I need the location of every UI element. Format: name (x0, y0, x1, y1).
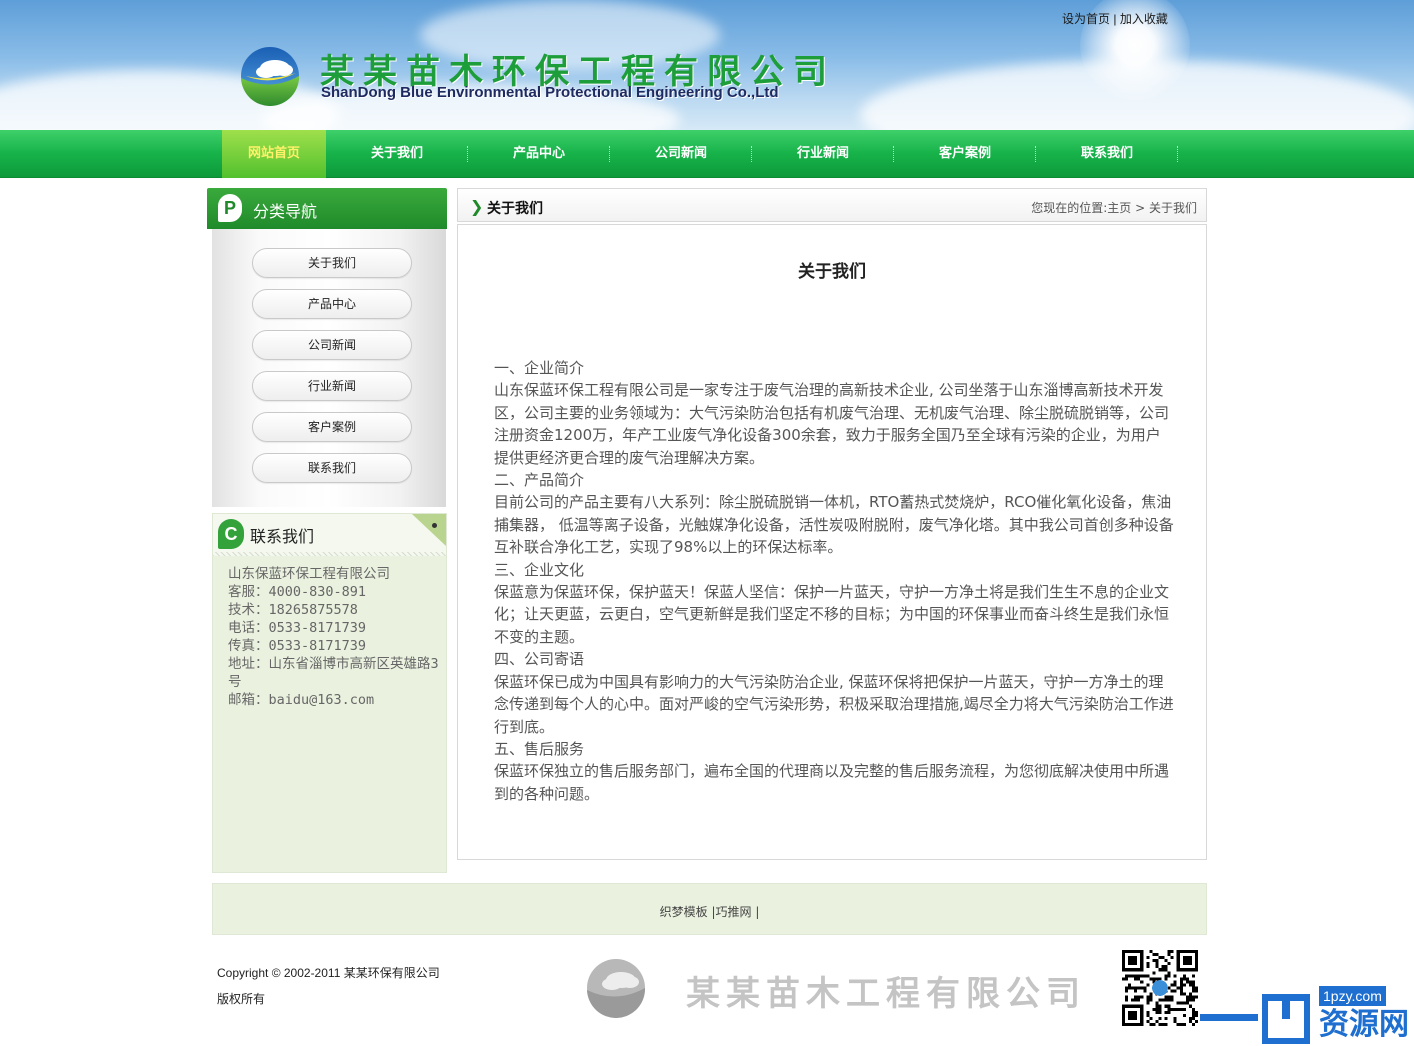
corner-fold-decoration (412, 514, 446, 546)
article-paragraph-products: 目前公司的产品主要有八大系列：除尘脱硫脱销一体机，RTO蓄热式焚烧炉，RCO催化… (494, 493, 1174, 557)
set-homepage-link[interactable]: 设为首页 (1062, 12, 1110, 26)
main-nav: 网站首页 关于我们 产品中心 公司新闻 行业新闻 客户案例 联系我们 (0, 130, 1414, 178)
article-paragraph-service: 保蓝环保独立的售后服务部门，遍布全国的代理商以及完整的售后服务流程，为您彻底解决… (494, 762, 1170, 803)
nav-item-company-news[interactable]: 公司新闻 (610, 130, 752, 178)
top-links-separator: | (1113, 12, 1117, 26)
watermark-glyph-icon (1262, 994, 1310, 1044)
nav-item-home[interactable]: 网站首页 (222, 130, 326, 178)
top-links: 设为首页 | 加入收藏 (1062, 10, 1168, 27)
category-company-news-button[interactable]: 公司新闻 (252, 330, 412, 360)
watermark-url: 1pzy.com (1319, 986, 1386, 1006)
contact-fax: 传真：0533-8171739 (228, 638, 367, 654)
article-heading-message: 四、公司寄语 (494, 650, 585, 669)
article-title: 关于我们 (798, 262, 866, 282)
article-paragraph-intro: 山东保蓝环保工程有限公司是一家专注于废气治理的高新技术企业, 公司坐落于山东淄博… (494, 381, 1170, 467)
copyright: Copyright © 2002-2011 某某环保有限公司 版权所有 (217, 960, 440, 1012)
contact-panel-header: C 联系我们 (213, 514, 446, 556)
footer-links-bar: 织梦模板 |巧推网 | (212, 883, 1207, 935)
breadcrumb-prefix: 您现在的位置: (1031, 201, 1108, 215)
content-header: ❯ 关于我们 您现在的位置:主页 > 关于我们 (457, 188, 1207, 222)
breadcrumb-separator: > (1131, 201, 1149, 215)
contact-address: 地址：山东省淄博市高新区英雄路3号 (228, 656, 439, 690)
category-badge-icon: P (218, 194, 242, 222)
footer-link-qiaotui[interactable]: 巧推网 (716, 905, 752, 919)
watermark-line-decoration (1200, 1014, 1258, 1021)
contact-email: 邮箱：baidu@163.com (228, 692, 375, 708)
add-favorite-link[interactable]: 加入收藏 (1120, 12, 1168, 26)
footer-link-dedecms[interactable]: 织梦模板 (660, 905, 708, 919)
nav-item-cases[interactable]: 客户案例 (894, 130, 1036, 178)
copyright-line: Copyright © 2002-2011 某某环保有限公司 (217, 966, 440, 980)
company-name-en: ShanDong Blue Environmental Protectional… (321, 84, 779, 101)
article-paragraph-message: 保蓝环保已成为中国具有影响力的大气污染防治企业, 保蓝环保将把保护一片蓝天，守护… (494, 672, 1174, 736)
company-logo-icon[interactable] (240, 46, 300, 106)
watermark-text: 资源网 (1319, 1007, 1409, 1042)
footer-company-name: 某某苗木工程有限公司 (686, 974, 1086, 1014)
contact-badge-icon: C (218, 519, 244, 549)
article-text: 一、企业简介 山东保蓝环保工程有限公司是一家专注于废气治理的高新技术企业, 公司… (494, 357, 1174, 805)
article-heading-culture: 三、企业文化 (494, 560, 585, 579)
contact-details: 山东保蓝环保工程有限公司 客服：4000-830-891 技术：18265875… (228, 565, 443, 709)
contact-service: 客服：4000-830-891 (228, 584, 367, 600)
footer-logo-icon (587, 959, 646, 1018)
contact-panel: C 联系我们 山东保蓝环保工程有限公司 客服：4000-830-891 技术：1… (212, 513, 447, 873)
category-products-button[interactable]: 产品中心 (252, 289, 412, 319)
article-paragraph-culture: 保蓝意为保蓝环保，保护蓝天！保蓝人坚信：保护一片蓝天，守护一方净土将是我们生生不… (494, 583, 1170, 646)
chevron-right-icon: ❯ (470, 197, 484, 216)
category-about-button[interactable]: 关于我们 (252, 248, 412, 278)
category-nav-title: 分类导航 (253, 202, 318, 221)
nav-item-products[interactable]: 产品中心 (468, 130, 610, 178)
category-industry-news-button[interactable]: 行业新闻 (252, 371, 412, 401)
dot-icon (432, 523, 437, 528)
contact-tech: 技术：18265875578 (228, 602, 358, 618)
site-header: 设为首页 | 加入收藏 某某苗木环保工程有限公司 ShanDong Blue E… (0, 0, 1414, 130)
footer-link-separator: | (755, 905, 760, 919)
category-contact-button[interactable]: 联系我们 (252, 453, 412, 483)
qr-code-icon (1122, 950, 1198, 1026)
article-heading-products: 二、产品简介 (494, 471, 585, 490)
category-nav-header: P 分类导航 (207, 188, 447, 229)
article-heading-intro: 一、企业简介 (494, 359, 585, 377)
breadcrumb-current-link[interactable]: 关于我们 (1149, 201, 1197, 215)
watermark: 1pzy.com 资源网 (1200, 986, 1414, 1046)
nav-item-industry-news[interactable]: 行业新闻 (752, 130, 894, 178)
content-body: 关于我们 一、企业简介 山东保蓝环保工程有限公司是一家专注于废气治理的高新技术企… (457, 224, 1207, 860)
nav-item-contact[interactable]: 联系我们 (1036, 130, 1178, 178)
contact-panel-title: 联系我们 (250, 527, 315, 546)
category-nav-list: 关于我们 产品中心 公司新闻 行业新闻 客户案例 联系我们 (212, 229, 446, 507)
copyright-rights: 版权所有 (217, 992, 266, 1006)
article-heading-service: 五、售后服务 (494, 739, 585, 758)
nav-item-about[interactable]: 关于我们 (326, 130, 468, 178)
category-cases-button[interactable]: 客户案例 (252, 412, 412, 442)
contact-phone: 电话：0533-8171739 (228, 620, 367, 636)
breadcrumb-home-link[interactable]: 主页 (1107, 201, 1131, 215)
breadcrumb: 您现在的位置:主页 > 关于我们 (1031, 199, 1197, 216)
contact-company: 山东保蓝环保工程有限公司 (228, 566, 390, 582)
section-title: 关于我们 (487, 201, 543, 217)
